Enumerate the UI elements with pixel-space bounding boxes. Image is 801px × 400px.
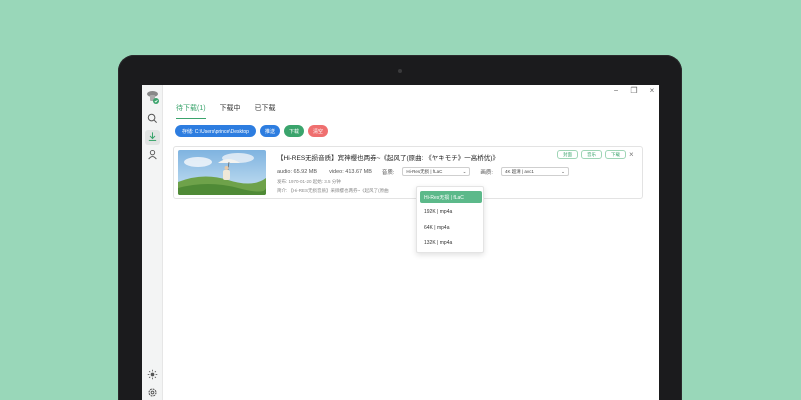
sidebar-item-download[interactable] bbox=[145, 130, 160, 145]
clear-button[interactable]: 清空 bbox=[308, 125, 329, 137]
sidebar-item-theme[interactable] bbox=[145, 368, 160, 383]
chevron-down-icon: ⌄ bbox=[561, 168, 565, 174]
sidebar-item-settings[interactable] bbox=[145, 386, 160, 400]
video-size: video: 413.67 MB bbox=[329, 168, 372, 175]
audio-option-192k[interactable]: 192K | mp4a bbox=[420, 206, 482, 218]
audio-quality-value: Hi-Res无损 | fLaC bbox=[406, 168, 443, 174]
tab-bar: 待下载(1) 下载中 已下载 bbox=[176, 103, 276, 119]
close-window-button[interactable]: × bbox=[645, 85, 659, 96]
toolbar: 存储: C:\Users\prince\Desktop 推送 下载 清空 bbox=[175, 125, 329, 137]
app-logo bbox=[145, 89, 160, 105]
item-meta-row: audio: 65.92 MB video: 413.67 MB 音质: Hi-… bbox=[277, 167, 569, 176]
search-icon bbox=[147, 111, 158, 129]
theme-icon bbox=[147, 367, 158, 385]
remove-item-icon[interactable]: × bbox=[629, 150, 634, 159]
audio-size: audio: 65.92 MB bbox=[277, 168, 318, 175]
save-path-button[interactable]: 存储: C:\Users\prince\Desktop bbox=[175, 125, 256, 137]
description-info: 简介: 【Hi-RES无损音质】采撷樱也两券~《起风了(原曲 bbox=[277, 188, 389, 193]
video-thumbnail bbox=[178, 150, 266, 195]
audio-quality-dropdown: Hi-Res无损 | fLaC 192K | mp4a 64K | mp4a 1… bbox=[416, 186, 484, 253]
item-title: 【Hi-RES无损音质】宾神樱也两券~《起风了(原曲: 《ヤキモチ》一高桥优)》 bbox=[277, 155, 499, 162]
settings-icon bbox=[147, 385, 158, 400]
chevron-down-icon: ⌄ bbox=[462, 168, 467, 174]
tag-download[interactable]: 下载 bbox=[605, 150, 626, 159]
publish-info: 发布: 1970-01-20 起始: 3.5 分钟 bbox=[277, 179, 341, 184]
tab-downloading[interactable]: 下载中 bbox=[220, 103, 241, 119]
titlebar: − ❐ × bbox=[163, 85, 659, 97]
sidebar-item-user[interactable] bbox=[145, 148, 160, 163]
download-button[interactable]: 下载 bbox=[283, 125, 304, 137]
audio-quality-select[interactable]: Hi-Res无损 | fLaC ⌄ bbox=[402, 167, 471, 176]
tab-downloaded[interactable]: 已下载 bbox=[255, 103, 276, 119]
video-quality-label: 画质: bbox=[480, 169, 493, 176]
audio-option-64k[interactable]: 64K | mp4a bbox=[420, 222, 482, 234]
video-quality-select[interactable]: 4K 超清 | avc1 ⌄ bbox=[500, 167, 569, 176]
audio-option-132k[interactable]: 132K | mp4a bbox=[420, 237, 482, 249]
download-icon bbox=[147, 129, 158, 147]
webcam bbox=[398, 69, 402, 73]
tab-pending[interactable]: 待下载(1) bbox=[176, 103, 206, 119]
download-item-card: 【Hi-RES无损音质】宾神樱也两券~《起风了(原曲: 《ヤキモチ》一高桥优)》… bbox=[173, 146, 643, 199]
maximize-button[interactable]: ❐ bbox=[627, 85, 641, 96]
push-button[interactable]: 推送 bbox=[259, 125, 280, 137]
audio-quality-label: 音质: bbox=[381, 169, 395, 176]
video-quality-value: 4K 超清 | avc1 bbox=[504, 168, 534, 174]
sidebar-item-search[interactable] bbox=[145, 112, 160, 127]
laptop-frame: − ❐ × 待下载(1) 下载中 已下载 存储: C:\Users\prince… bbox=[118, 55, 682, 400]
user-icon bbox=[147, 147, 158, 165]
tag-music[interactable]: 音乐 bbox=[581, 150, 602, 159]
item-tags: 封面 音乐 下载 bbox=[557, 150, 626, 159]
audio-option-hires[interactable]: Hi-Res无损 | fLaC bbox=[420, 191, 482, 203]
tag-cover[interactable]: 封面 bbox=[557, 150, 578, 159]
app-window: − ❐ × 待下载(1) 下载中 已下载 存储: C:\Users\prince… bbox=[142, 85, 659, 400]
sidebar bbox=[142, 85, 163, 400]
minimize-button[interactable]: − bbox=[609, 85, 623, 96]
